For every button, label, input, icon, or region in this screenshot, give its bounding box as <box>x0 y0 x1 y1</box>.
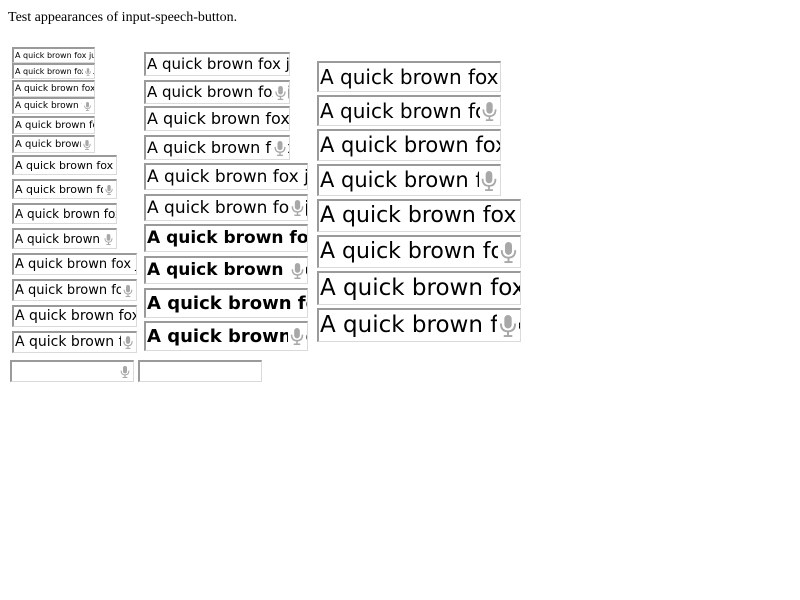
speech-input-field[interactable]: A quick brown fox <box>12 179 117 199</box>
microphone-icon[interactable] <box>498 237 519 267</box>
input-value: A quick brown fox <box>320 239 517 264</box>
input-value: A quick brown fox jur <box>320 65 500 89</box>
microphone-icon[interactable] <box>121 281 135 300</box>
input-value: A quick brown fox <box>15 283 132 298</box>
input-value: A quick brown fox ju <box>147 228 307 248</box>
input-value: A quick brown fox jum <box>15 257 136 272</box>
input-value: A quick brown fox j <box>15 207 116 221</box>
microphone-icon[interactable] <box>102 230 115 248</box>
text-input-field[interactable]: A quick brown fox ju <box>12 305 137 327</box>
input-value: A quick brown fox j <box>15 84 94 94</box>
text-input-field[interactable]: A quick brown fox jum <box>144 106 290 131</box>
text-input-field[interactable]: A quick brown fox jum <box>144 52 290 76</box>
microphone-icon[interactable] <box>288 323 306 350</box>
text-input-field[interactable]: A quick brown fox jum <box>144 163 308 190</box>
microphone-icon[interactable] <box>479 166 499 195</box>
input-value: A quick brown fox ju <box>147 293 307 314</box>
text-input-field[interactable]: A quick brown fox jur <box>317 271 521 305</box>
text-input-field[interactable]: A quick brown fox ju <box>144 288 308 318</box>
text-input-field[interactable]: A quick brown fox <box>12 116 95 134</box>
input-value: A quick brown fox <box>15 120 94 131</box>
speech-input-field[interactable]: A quick brown fo <box>144 321 308 351</box>
text-input-field[interactable]: A quick brown fox j <box>12 203 117 224</box>
input-value: A quick brown fo <box>320 168 496 192</box>
speech-input-field[interactable]: A quick brown fox j <box>144 194 308 221</box>
microphone-icon[interactable] <box>497 310 519 341</box>
microphone-icon[interactable] <box>289 196 306 220</box>
speech-input-field[interactable]: A quick brown fo <box>12 228 117 249</box>
microphone-icon[interactable] <box>121 333 135 352</box>
input-value: A quick brown fox <box>320 312 520 338</box>
input-value: A quick brown fo <box>147 326 307 347</box>
input-value: A quick brown fox jur <box>320 275 520 301</box>
speech-input-field[interactable]: A quick brown fo <box>317 164 501 196</box>
text-input-field[interactable] <box>138 360 262 382</box>
speech-input-field[interactable]: A quick brown <box>12 135 95 153</box>
input-value: A quick brown fo <box>15 232 116 246</box>
page-title: Test appearances of input-speech-button. <box>8 10 238 25</box>
microphone-icon[interactable] <box>83 65 93 78</box>
input-value: A quick brown fox j <box>147 83 289 101</box>
input-value: A quick brown fox jum <box>147 109 289 128</box>
input-value: A quick brown fox jun <box>320 203 520 228</box>
text-input-field[interactable]: A quick brown fox ju <box>144 224 308 252</box>
input-value: A quick brown fox j <box>147 198 307 218</box>
input-value <box>13 362 133 381</box>
text-input-field[interactable]: A quick brown fox j <box>12 80 95 97</box>
microphone-icon[interactable] <box>272 137 288 159</box>
input-value <box>141 362 261 381</box>
input-value: A quick brown fox ju <box>15 159 116 172</box>
speech-input-field[interactable]: A quick brown fox <box>144 135 290 160</box>
input-value: A quick brown fox <box>147 260 307 280</box>
microphone-icon[interactable] <box>289 258 306 283</box>
input-value: A quick brown fox jumps <box>15 51 94 60</box>
speech-input-field[interactable]: A quick brown fox <box>144 256 308 284</box>
input-value: A quick brown fox <box>147 138 289 157</box>
speech-input-field[interactable]: A quick brown fox jum <box>12 63 95 79</box>
microphone-icon[interactable] <box>103 181 115 198</box>
input-value: A quick brown fox jum <box>147 55 289 73</box>
microphone-icon[interactable] <box>273 82 288 103</box>
text-input-field[interactable]: A quick brown fox jun <box>317 199 521 232</box>
microphone-icon[interactable] <box>81 137 93 152</box>
microphone-icon[interactable] <box>118 362 132 381</box>
speech-input-field[interactable]: A quick brown fox <box>317 95 501 126</box>
input-value: A quick brown fox jum <box>147 167 307 187</box>
input-value: A quick brown fox <box>15 183 114 196</box>
microphone-icon[interactable] <box>480 97 499 125</box>
speech-input-field[interactable]: A quick brown fox <box>12 279 137 301</box>
microphone-icon[interactable] <box>82 99 93 113</box>
text-input-field[interactable]: A quick brown fox jumps <box>12 47 95 63</box>
text-input-field[interactable]: A quick brown fox ju <box>317 129 501 161</box>
text-input-field[interactable]: A quick brown fox jum <box>12 253 137 275</box>
input-value: A quick brown fo <box>15 334 133 350</box>
speech-input-field[interactable] <box>10 360 134 382</box>
speech-input-field[interactable]: A quick brown fo <box>12 97 95 114</box>
input-value: A quick brown fox ju <box>15 308 136 324</box>
speech-input-field[interactable]: A quick brown fox <box>317 308 521 342</box>
input-value: A quick brown fox <box>320 99 499 123</box>
speech-input-field[interactable]: A quick brown fox <box>317 235 521 268</box>
speech-input-field[interactable]: A quick brown fo <box>12 331 137 353</box>
input-value: A quick brown fox ju <box>320 133 500 157</box>
speech-input-field[interactable]: A quick brown fox j <box>144 80 290 104</box>
text-input-field[interactable]: A quick brown fox jur <box>317 61 501 92</box>
text-input-field[interactable]: A quick brown fox ju <box>12 155 117 175</box>
